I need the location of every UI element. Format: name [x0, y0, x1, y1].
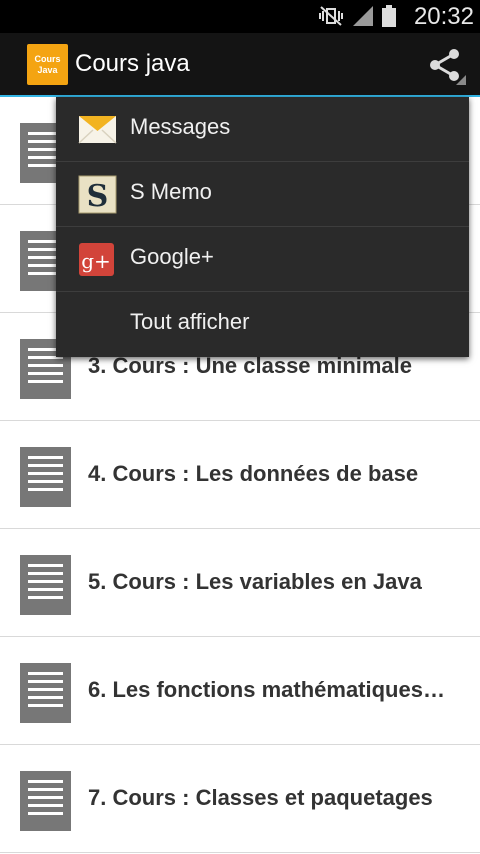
- app-icon-text-2: Java: [37, 64, 58, 75]
- document-icon: [20, 447, 71, 507]
- battery-icon: [382, 5, 396, 27]
- vibrate-mute-icon: [318, 6, 344, 26]
- s-memo-icon: S: [78, 175, 117, 214]
- share-icon: [426, 49, 466, 89]
- list-item-label: 4. Cours : Les données de base: [88, 461, 419, 486]
- document-icon: [20, 663, 71, 723]
- share-menu-item-messages[interactable]: Messages: [56, 97, 469, 162]
- list-item-label: 7. Cours : Classes et paquetages: [88, 785, 433, 810]
- status-bar: 20:32: [0, 0, 480, 33]
- google-plus-icon: g+: [78, 240, 117, 279]
- share-popup-menu: Messages S S Memo g+ Google+ Tout affich…: [56, 97, 469, 357]
- app-title: Cours java: [75, 50, 190, 77]
- share-menu-item-s-memo[interactable]: S S Memo: [56, 162, 469, 227]
- status-time: 20:32: [413, 3, 474, 30]
- share-button[interactable]: [426, 45, 466, 85]
- share-menu-item-google-plus[interactable]: g+ Google+: [56, 227, 469, 292]
- list-item-label: 5. Cours : Les variables en Java: [88, 569, 422, 594]
- share-menu-item-see-all[interactable]: Tout afficher: [56, 292, 469, 357]
- signal-icon: [352, 5, 374, 27]
- document-icon: [20, 555, 71, 615]
- app-icon[interactable]: Cours Java: [27, 44, 68, 85]
- app-icon-text-1: Cours: [34, 53, 61, 64]
- menu-item-label: Google+: [130, 244, 214, 269]
- messages-icon: [78, 110, 117, 149]
- action-bar: Cours Java Cours java: [0, 33, 480, 97]
- menu-item-label: S Memo: [130, 179, 212, 204]
- svg-text:g+: g+: [81, 249, 111, 273]
- list-item[interactable]: 6. Les fonctions mathématiques…: [0, 637, 480, 745]
- list-item[interactable]: 7. Cours : Classes et paquetages: [0, 745, 480, 853]
- document-icon: [20, 771, 71, 831]
- list-item-label: 6. Les fonctions mathématiques…: [88, 677, 445, 702]
- menu-item-label: Tout afficher: [130, 309, 250, 334]
- menu-item-label: Messages: [130, 114, 231, 139]
- svg-text:S: S: [87, 179, 109, 214]
- list-item[interactable]: 5. Cours : Les variables en Java: [0, 529, 480, 637]
- list-item[interactable]: 4. Cours : Les données de base: [0, 421, 480, 529]
- status-icons: [318, 5, 396, 27]
